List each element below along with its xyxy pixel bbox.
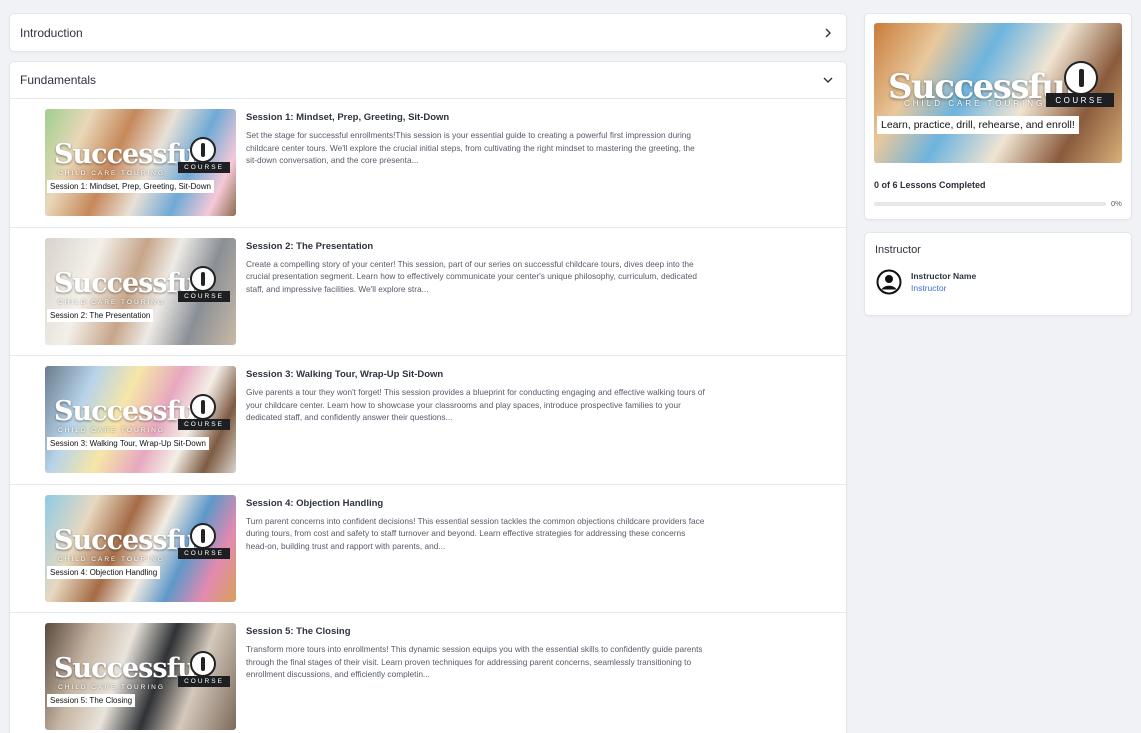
- chevron-right-icon[interactable]: [820, 25, 836, 41]
- instructor-card: Instructor Instructor Name Instructor: [864, 232, 1132, 316]
- section-fundamentals: Fundamentals Successful CHILD CARE TOURI…: [9, 61, 847, 733]
- instructor-row: Instructor Name Instructor: [875, 269, 1121, 295]
- lesson-description: Turn parent concerns into confident deci…: [246, 515, 705, 551]
- thumbnail-caption: Session 3: Walking Tour, Wrap-Up Sit-Dow…: [47, 437, 209, 450]
- progress-bar: [874, 201, 1106, 206]
- thumbnail-brand-subtitle: CHILD CARE TOURING: [58, 684, 165, 691]
- lesson-title[interactable]: Session 3: Walking Tour, Wrap-Up Sit-Dow…: [246, 369, 443, 380]
- progress-row: 0%: [874, 199, 1122, 208]
- section-introduction[interactable]: Introduction: [9, 13, 847, 52]
- thumbnail-course-badge: COURSE: [178, 676, 230, 687]
- torch-seal-icon: [190, 651, 216, 677]
- section-header[interactable]: Introduction: [10, 14, 846, 52]
- thumbnail-course-badge: COURSE: [178, 162, 230, 173]
- course-sidebar: Successful CHILD CARE TOURING COURSE Lea…: [864, 13, 1132, 316]
- lesson-description: Create a compelling story of your center…: [246, 258, 697, 294]
- hero-course-badge: COURSE: [1046, 93, 1114, 107]
- lesson-item[interactable]: Successful CHILD CARE TOURING COURSE Ses…: [10, 228, 846, 356]
- thumbnail-brand-subtitle: CHILD CARE TOURING: [58, 170, 165, 177]
- lesson-thumbnail[interactable]: Successful CHILD CARE TOURING COURSE Ses…: [45, 494, 236, 602]
- torch-seal-icon: [190, 394, 216, 420]
- chevron-down-icon[interactable]: [820, 72, 836, 88]
- thumbnail-course-badge: COURSE: [178, 290, 230, 302]
- lesson-description: Give parents a tour they won't forget! T…: [246, 387, 705, 423]
- thumbnail-caption: Session 2: The Presentation: [47, 308, 154, 322]
- lesson-item[interactable]: Successful CHILD CARE TOURING COURSE Ses…: [10, 613, 846, 733]
- torch-seal-icon: [190, 137, 216, 163]
- course-hero-image: Successful CHILD CARE TOURING COURSE Lea…: [874, 23, 1122, 163]
- lesson-title[interactable]: Session 1: Mindset, Prep, Greeting, Sit-…: [246, 112, 449, 123]
- lesson-thumbnail[interactable]: Successful CHILD CARE TOURING COURSE Ses…: [45, 237, 236, 345]
- instructor-role-link[interactable]: Instructor: [911, 283, 976, 293]
- user-avatar-icon: [876, 269, 902, 295]
- section-title: Introduction: [20, 26, 83, 40]
- thumbnail-caption: Session 1: Mindset, Prep, Greeting, Sit-…: [47, 180, 214, 193]
- instructor-name: Instructor Name: [911, 271, 977, 281]
- hero-brand-subtitle: CHILD CARE TOURING: [904, 99, 1046, 108]
- lesson-description: Transform more tours into enrollments! T…: [246, 644, 703, 680]
- thumbnail-caption: Session 4: Objection Handling: [47, 565, 161, 579]
- lesson-thumbnail[interactable]: Successful CHILD CARE TOURING COURSE Ses…: [45, 109, 236, 216]
- thumbnail-brand-subtitle: CHILD CARE TOURING: [58, 298, 165, 306]
- lesson-title[interactable]: Session 5: The Closing: [246, 626, 351, 637]
- lesson-thumbnail[interactable]: Successful CHILD CARE TOURING COURSE Ses…: [45, 623, 236, 730]
- thumbnail-course-badge: COURSE: [178, 419, 230, 430]
- lesson-item[interactable]: Successful CHILD CARE TOURING COURSE Ses…: [10, 356, 846, 485]
- progress-percent: 0%: [1111, 199, 1122, 208]
- lesson-item[interactable]: Successful CHILD CARE TOURING COURSE Ses…: [10, 485, 846, 613]
- thumbnail-brand-subtitle: CHILD CARE TOURING: [58, 427, 165, 434]
- section-title: Fundamentals: [20, 73, 97, 87]
- lesson-thumbnail[interactable]: Successful CHILD CARE TOURING COURSE Ses…: [45, 366, 236, 473]
- section-header[interactable]: Fundamentals: [10, 62, 846, 99]
- torch-seal-icon: [190, 265, 216, 292]
- progress-label: 0 of 6 Lessons Completed: [874, 180, 986, 190]
- thumbnail-caption: Session 5: The Closing: [47, 694, 136, 707]
- instructor-heading: Instructor: [875, 244, 921, 256]
- torch-seal-icon: [1064, 61, 1098, 95]
- course-progress-card: Successful CHILD CARE TOURING COURSE Lea…: [864, 13, 1132, 220]
- instructor-info: Instructor Name Instructor: [911, 271, 976, 293]
- lesson-title[interactable]: Session 2: The Presentation: [246, 241, 373, 252]
- thumbnail-brand-subtitle: CHILD CARE TOURING: [58, 555, 165, 563]
- hero-tagline: Learn, practice, drill, rehearse, and en…: [877, 116, 1079, 134]
- lesson-description: Set the stage for successful enrollments…: [246, 130, 695, 166]
- course-outline: Introduction Fundamentals Successful CHI…: [9, 13, 847, 733]
- lesson-item[interactable]: Successful CHILD CARE TOURING COURSE Ses…: [10, 99, 846, 228]
- lesson-title[interactable]: Session 4: Objection Handling: [246, 498, 383, 509]
- thumbnail-course-badge: COURSE: [178, 547, 230, 559]
- torch-seal-icon: [190, 522, 216, 549]
